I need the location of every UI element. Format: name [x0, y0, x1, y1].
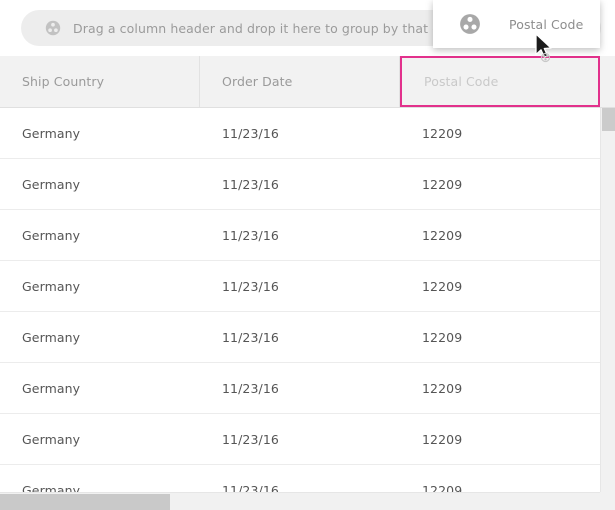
cell-order-date: 11/23/16	[222, 278, 279, 294]
cell-order-date: 11/23/16	[222, 482, 279, 493]
group-panel-hint-text: Drag a column header and drop it here to…	[73, 20, 483, 36]
table-row[interactable]: Germany 11/23/16 12209	[0, 159, 615, 210]
horizontal-scrollbar-thumb[interactable]	[0, 494, 170, 510]
cell-postal-code: 12209	[422, 176, 463, 192]
table-row[interactable]: Germany 11/23/16 12209	[0, 261, 615, 312]
cell-postal-code: 12209	[422, 431, 463, 447]
cell-order-date: 11/23/16	[222, 329, 279, 345]
grid-body[interactable]: Germany 11/23/16 12209 Germany 11/23/16 …	[0, 108, 615, 492]
vertical-scrollbar-thumb[interactable]	[602, 108, 615, 131]
group-by-icon	[459, 13, 481, 35]
cell-postal-code: 12209	[422, 227, 463, 243]
cell-ship-country: Germany	[22, 176, 81, 192]
cell-order-date: 11/23/16	[222, 125, 279, 141]
cell-postal-code: 12209	[422, 329, 463, 345]
table-row[interactable]: Germany 11/23/16 12209	[0, 312, 615, 363]
cell-ship-country: Germany	[22, 329, 81, 345]
cell-order-date: 11/23/16	[222, 227, 279, 243]
cell-ship-country: Germany	[22, 431, 81, 447]
cell-order-date: 11/23/16	[222, 380, 279, 396]
cell-ship-country: Germany	[22, 482, 81, 493]
column-header-postal-code[interactable]: Postal Code	[400, 56, 600, 107]
cell-postal-code: 12209	[422, 380, 463, 396]
cell-order-date: 11/23/16	[222, 176, 279, 192]
scrollbar-corner	[600, 492, 615, 510]
column-header-label: Ship Country	[22, 74, 105, 89]
group-by-icon	[45, 20, 61, 36]
cell-postal-code: 12209	[422, 125, 463, 141]
table-row[interactable]: Germany 11/23/16 12209	[0, 465, 615, 492]
cell-postal-code: 12209	[422, 482, 463, 493]
table-row[interactable]: Germany 11/23/16 12209	[0, 108, 615, 159]
cell-postal-code: 12209	[422, 278, 463, 294]
column-header-order-date[interactable]: Order Date	[200, 56, 400, 107]
drag-preview-panel: Postal Code	[433, 0, 600, 48]
table-row[interactable]: Germany 11/23/16 12209	[0, 210, 615, 261]
cell-ship-country: Germany	[22, 125, 81, 141]
column-header-ship-country[interactable]: Ship Country	[0, 56, 200, 107]
vertical-scrollbar[interactable]	[600, 108, 615, 492]
table-row[interactable]: Germany 11/23/16 12209	[0, 414, 615, 465]
column-header-label: Order Date	[222, 74, 293, 89]
cell-ship-country: Germany	[22, 278, 81, 294]
cell-ship-country: Germany	[22, 380, 81, 396]
horizontal-scrollbar[interactable]	[0, 492, 615, 510]
cell-ship-country: Germany	[22, 227, 81, 243]
table-row[interactable]: Germany 11/23/16 12209	[0, 363, 615, 414]
drag-preview-label: Postal Code	[509, 16, 584, 32]
column-header-label: Postal Code	[424, 74, 499, 89]
cell-order-date: 11/23/16	[222, 431, 279, 447]
grid-header-row: Ship Country Order Date Postal Code	[0, 56, 615, 108]
